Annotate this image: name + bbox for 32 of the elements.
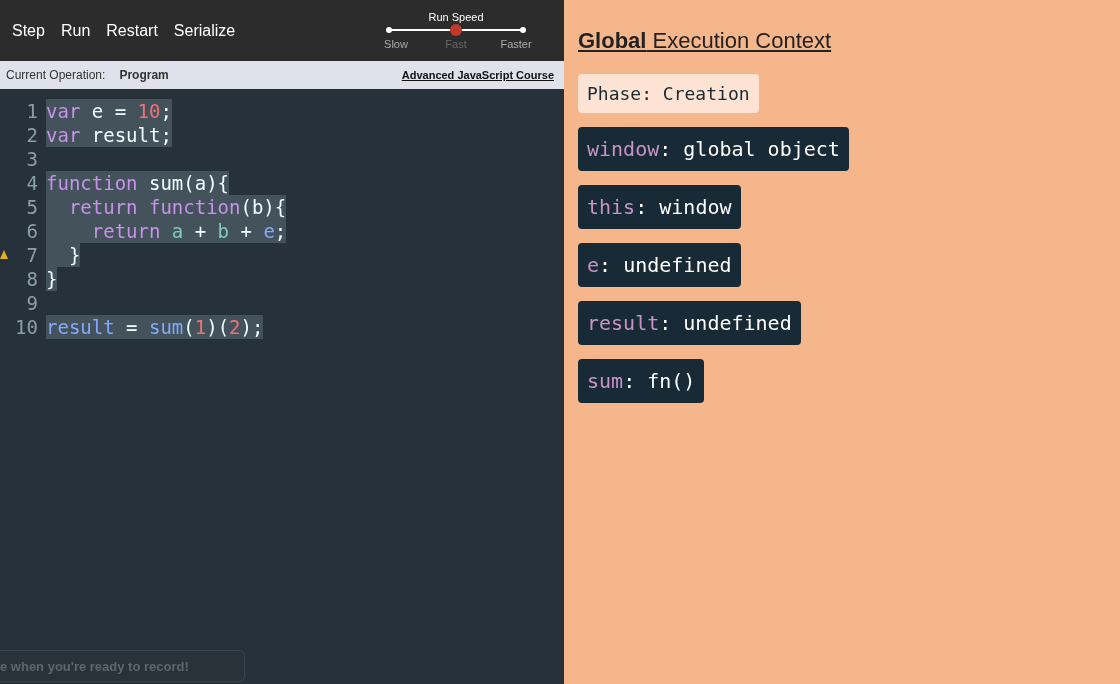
variable-entry: result: undefined xyxy=(578,301,801,345)
variable-entry: this: window xyxy=(578,185,741,229)
toolbar-button[interactable]: Step xyxy=(4,21,53,40)
line-number: 3 xyxy=(25,148,39,170)
phase-label: Phase: Creation xyxy=(578,74,759,113)
slider-stop[interactable] xyxy=(520,27,526,33)
line-number: 10 xyxy=(14,316,39,338)
context-title: Global Execution Context xyxy=(578,28,832,54)
variable-entry: window: global object xyxy=(578,127,849,171)
course-link[interactable]: Advanced JavaScript Course xyxy=(401,69,554,81)
toolbar-button[interactable]: Restart xyxy=(98,21,166,40)
status-label: Current Operation: xyxy=(6,68,106,82)
line-number: 2 xyxy=(25,124,39,146)
line-number: 9 xyxy=(25,292,39,314)
variable-entry: sum: fn() xyxy=(578,359,705,403)
toolbar-button[interactable]: Run xyxy=(52,21,99,40)
line-number: 1 xyxy=(25,100,39,122)
run-speed-label: Run Speed xyxy=(428,11,484,23)
line-number: 4 xyxy=(25,172,39,194)
toolbar-button[interactable]: Serialize xyxy=(165,21,244,40)
speed-option-label: Faster xyxy=(499,38,533,50)
line-number: 7 xyxy=(25,244,39,266)
speed-option-label: Slow xyxy=(383,38,409,50)
slider-thumb[interactable] xyxy=(450,24,462,36)
line-number: 8 xyxy=(25,268,39,290)
line-number: 6 xyxy=(25,220,39,242)
speed-slider[interactable] xyxy=(389,24,523,36)
status-value: Program xyxy=(119,68,169,82)
variable-entry: e: undefined xyxy=(578,243,741,287)
line-number: 5 xyxy=(25,196,39,218)
slider-stop[interactable] xyxy=(386,27,392,33)
speed-option-label: Fast xyxy=(444,38,468,50)
